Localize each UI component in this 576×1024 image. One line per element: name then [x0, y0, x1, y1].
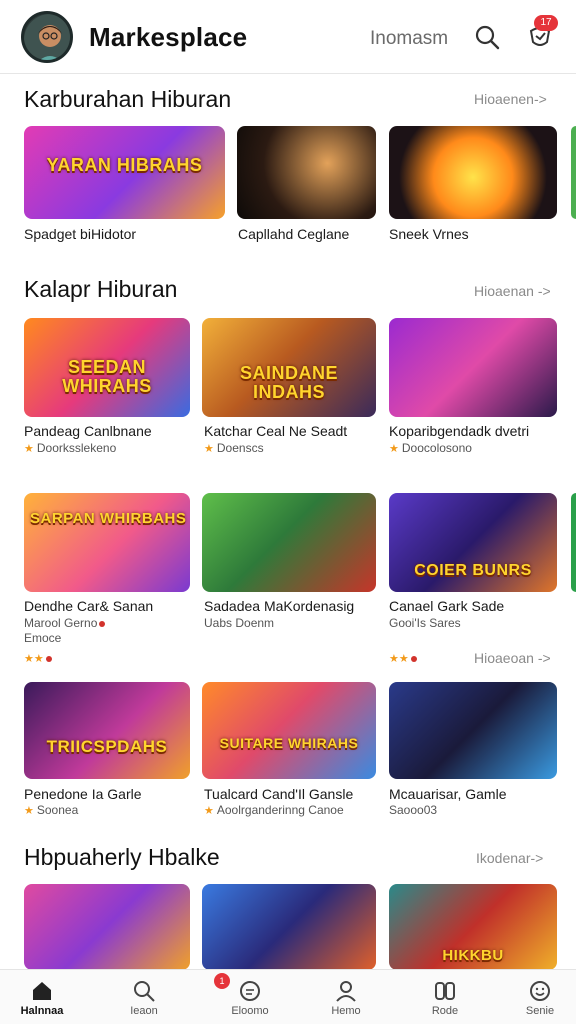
card-thumbnail[interactable] [237, 126, 376, 219]
notification-badge: 17 [534, 15, 558, 31]
card-title: Canael Gark Sade [389, 598, 505, 614]
card-subtitle: Gooi'Is Sares [389, 616, 461, 630]
thumbnail-title: HIKKBU [442, 947, 504, 964]
status-dot [99, 620, 106, 627]
app-title: Markesplace [89, 22, 248, 52]
nav-item-search[interactable]: Ieaon [104, 970, 184, 1024]
nav-label: Senie [525, 1005, 555, 1017]
card-title: Dendhe Car& Sanan [24, 598, 154, 614]
section-title: Kalapr Hiburan [24, 276, 178, 302]
nav-item-profile[interactable]: Hemo [306, 970, 386, 1024]
card-thumbnail[interactable]: TRIICSPDAHS [24, 682, 190, 779]
card-title: Tualcard Cand'Il Gansle [204, 786, 354, 802]
star-icon: ★ [389, 443, 399, 455]
smile-icon [530, 981, 550, 1001]
card-thumbnail[interactable]: SARPAN WHIRBAHS [24, 493, 190, 592]
see-more-link[interactable]: Ikodenar-> [476, 850, 543, 866]
star-icon: ★ [204, 443, 214, 455]
next-card-edge [571, 493, 576, 592]
rating-stars: ★★ [389, 651, 417, 665]
section-title: Hbpuaherly Hbalke [24, 844, 220, 870]
card-subtitle: Emoce [24, 631, 62, 645]
card-thumbnail[interactable] [202, 884, 376, 970]
star-icon: ★ [24, 805, 34, 817]
card-thumbnail[interactable]: SUITARE WHIRAHS [202, 682, 376, 779]
card-subtitle: Uabs Doenm [204, 616, 275, 630]
avatar[interactable] [21, 11, 73, 63]
nav-item-more[interactable]: Senie [500, 970, 576, 1024]
card-thumbnail[interactable] [389, 318, 557, 417]
bottom-navigation: Halnnaa Ieaon Eloomo Hemo Rode Senie [0, 969, 576, 1024]
profile-icon [336, 981, 356, 1002]
card-title: Sneek Vrnes [389, 226, 469, 242]
top-app-bar: Markesplace Inomasm 17 [0, 0, 576, 74]
card-subtitle: ★ Doorksslekeno [24, 441, 117, 455]
nav-label: Ieaon [130, 1005, 158, 1017]
thumbnail-title: SUITARE WHIRAHS [219, 735, 359, 751]
see-more-link[interactable]: Hioaeoan -> [474, 650, 551, 666]
card-title: Penedone Ia Garle [24, 786, 142, 802]
search-icon [134, 981, 155, 1002]
card-title: Koparibgendadk dvetri [389, 423, 530, 439]
card-title: Spadget biHidotor [24, 226, 137, 242]
search-icon[interactable] [474, 24, 500, 50]
nav-badge: 1 [214, 973, 230, 989]
home-icon [33, 982, 51, 1000]
card-title: Katchar Ceal Ne Seadt [204, 423, 348, 439]
thumbnail-title: SAINDANE INDAHS [239, 363, 338, 402]
nav-item-bookmark[interactable]: Rode [405, 970, 485, 1024]
nav-label: Halnnaa [20, 1005, 64, 1017]
header-link[interactable]: Inomasm [370, 28, 448, 50]
nav-label: Hemo [331, 1005, 361, 1017]
card-subtitle: Saooo03 [389, 803, 438, 817]
card-thumbnail[interactable]: SAINDANE INDAHS [202, 318, 376, 417]
card-thumbnail[interactable] [389, 126, 557, 219]
card-title: Mcauarisar, Gamle [389, 786, 507, 802]
card-subtitle: ★ Doenscs [204, 441, 264, 455]
see-more-link[interactable]: Hioaenan -> [474, 283, 551, 299]
card-thumbnail[interactable] [24, 884, 190, 970]
thumbnail-title: SEEDAN WHIRAHS [62, 357, 152, 396]
card-title: Sadadea MaKordenasig [204, 598, 355, 614]
bookmark-icon [435, 982, 455, 1000]
rating-stars: ★★ [24, 651, 52, 665]
card-subtitle: Marool Gerno [24, 616, 106, 630]
card-title: Pandeag Canlbnane [24, 423, 152, 439]
thumbnail-title: YARAN HIBRAHS [46, 155, 203, 175]
card-subtitle: ★ Aoolrganderinng Canoe [204, 803, 344, 817]
card-subtitle: ★ Soonea [24, 803, 79, 817]
card-thumbnail[interactable]: YARAN HIBRAHS [24, 126, 225, 219]
nav-label: Eloomo [231, 1005, 269, 1017]
card-title: Capllahd Ceglane [238, 226, 350, 242]
card-thumbnail[interactable] [389, 682, 557, 779]
nav-label: Rode [431, 1005, 459, 1017]
thumbnail-title: SARPAN WHIRBAHS [30, 510, 187, 527]
nav-item-home[interactable]: Halnnaa [2, 970, 82, 1024]
next-card-edge [571, 126, 576, 219]
card-thumbnail[interactable]: SEEDAN WHIRAHS [24, 318, 190, 417]
card-subtitle: ★ Doocolosono [389, 441, 472, 455]
card-thumbnail[interactable]: COIER BUNRS [389, 493, 557, 592]
see-more-link[interactable]: Hioaenen-> [474, 91, 547, 107]
chat-icon [240, 981, 260, 1001]
thumbnail-title: TRIICSPDAHS [46, 737, 168, 756]
card-thumbnail[interactable] [202, 493, 376, 592]
thumbnail-title: COIER BUNRS [414, 562, 532, 579]
section-title: Karburahan Hiburan [24, 86, 232, 112]
star-icon: ★ [204, 805, 214, 817]
card-thumbnail[interactable]: HIKKBU [389, 884, 557, 970]
star-icon: ★ [24, 443, 34, 455]
